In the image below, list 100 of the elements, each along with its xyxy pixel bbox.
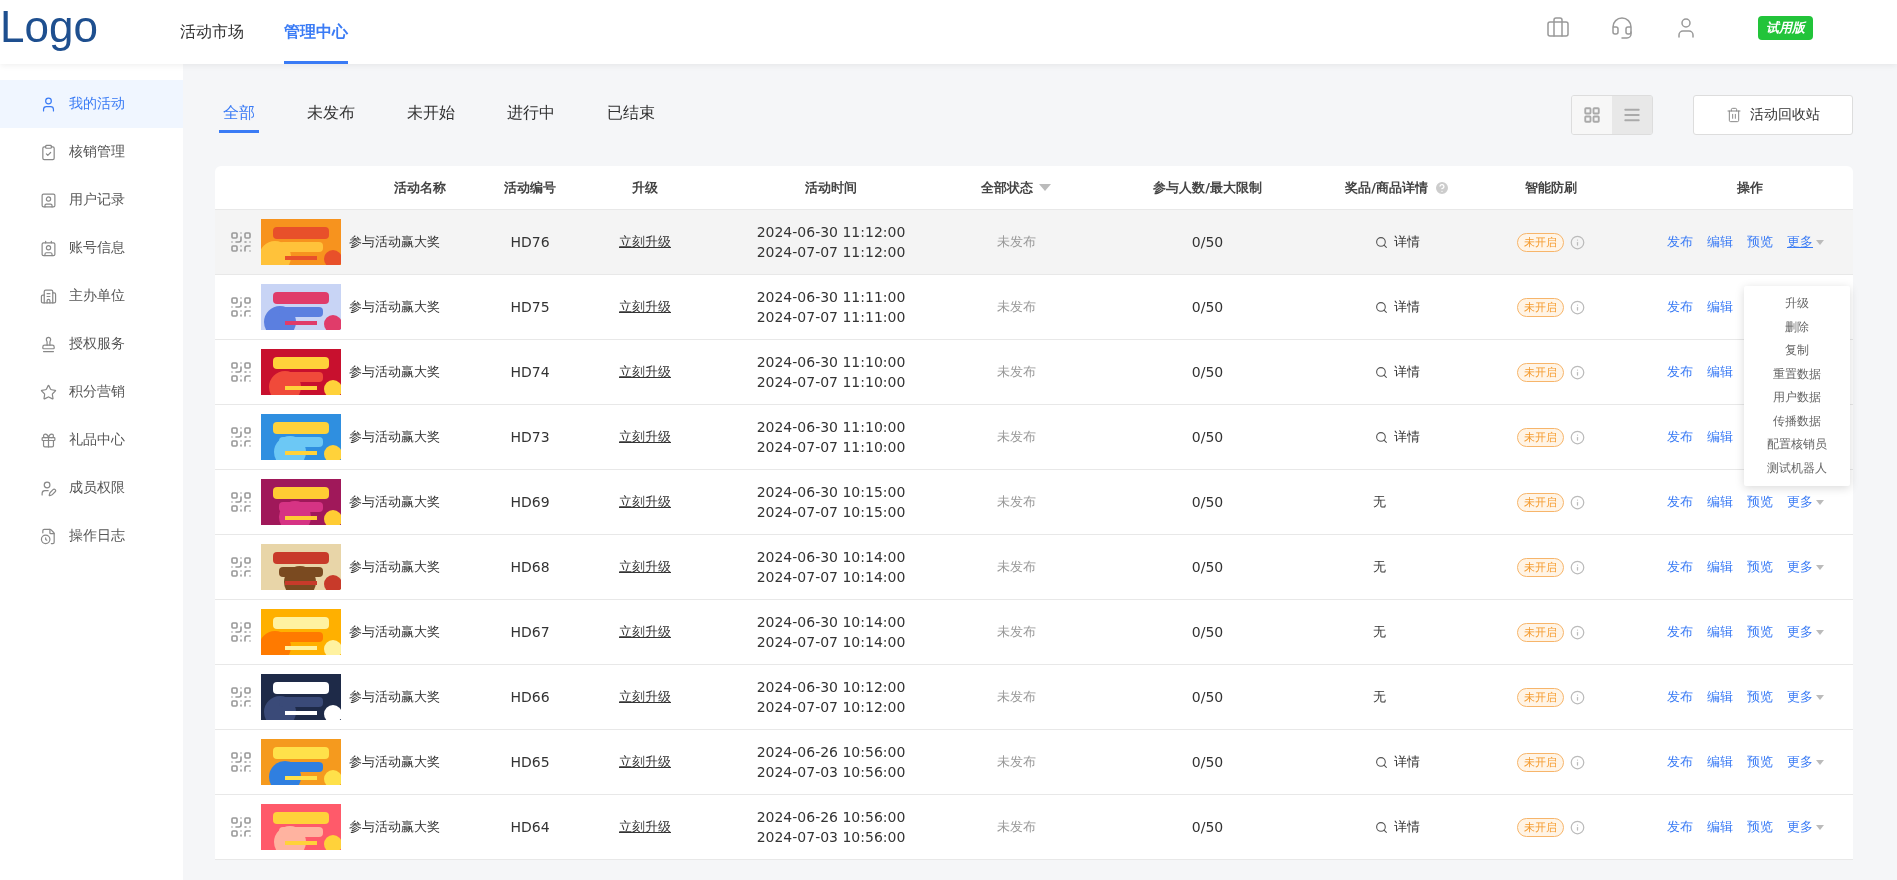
qr-code-icon[interactable]: [229, 620, 253, 644]
info-icon[interactable]: [1570, 234, 1585, 250]
action-link[interactable]: 编辑: [1707, 233, 1733, 251]
info-icon[interactable]: [1570, 689, 1585, 705]
upgrade-link[interactable]: 立刻升级: [619, 688, 671, 706]
menu-item[interactable]: 传播数据: [1744, 409, 1850, 433]
info-icon[interactable]: [1570, 364, 1585, 380]
upgrade-link[interactable]: 立刻升级: [619, 623, 671, 641]
action-link[interactable]: 发布: [1667, 558, 1693, 576]
action-link[interactable]: 编辑: [1707, 623, 1733, 641]
more-menu-button[interactable]: 更多: [1787, 623, 1824, 641]
upgrade-link[interactable]: 立刻升级: [619, 818, 671, 836]
action-link[interactable]: 编辑: [1707, 363, 1733, 381]
nav-tab[interactable]: 活动市场: [180, 0, 244, 64]
sidebar-item[interactable]: 用户记录: [0, 176, 183, 224]
upgrade-link[interactable]: 立刻升级: [619, 558, 671, 576]
nav-tab[interactable]: 管理中心: [284, 0, 348, 64]
details-link[interactable]: 详情: [1394, 363, 1420, 381]
sidebar-item[interactable]: 我的活动: [0, 80, 183, 128]
action-link[interactable]: 预览: [1747, 493, 1773, 511]
action-link[interactable]: 预览: [1747, 818, 1773, 836]
qr-code-icon[interactable]: [229, 490, 253, 514]
help-icon[interactable]: [1433, 179, 1450, 196]
qr-code-icon[interactable]: [229, 360, 253, 384]
info-icon[interactable]: [1570, 754, 1585, 770]
more-menu-button[interactable]: 更多: [1787, 233, 1824, 251]
upgrade-link[interactable]: 立刻升级: [619, 363, 671, 381]
action-link[interactable]: 编辑: [1707, 688, 1733, 706]
sidebar-item[interactable]: 账号信息: [0, 224, 183, 272]
sidebar-item[interactable]: 积分营销: [0, 368, 183, 416]
upgrade-link[interactable]: 立刻升级: [619, 298, 671, 316]
details-link[interactable]: 详情: [1394, 753, 1420, 771]
action-link[interactable]: 编辑: [1707, 558, 1733, 576]
qr-code-icon[interactable]: [229, 230, 253, 254]
action-link[interactable]: 编辑: [1707, 753, 1733, 771]
action-link[interactable]: 预览: [1747, 233, 1773, 251]
action-link[interactable]: 编辑: [1707, 493, 1733, 511]
upgrade-link[interactable]: 立刻升级: [619, 428, 671, 446]
action-link[interactable]: 发布: [1667, 298, 1693, 316]
action-link[interactable]: 发布: [1667, 428, 1693, 446]
qr-code-icon[interactable]: [229, 295, 253, 319]
action-link[interactable]: 发布: [1667, 818, 1693, 836]
headset-icon[interactable]: [1610, 16, 1634, 40]
more-menu-button[interactable]: 更多: [1787, 493, 1824, 511]
info-icon[interactable]: [1570, 299, 1585, 315]
sidebar-item[interactable]: 成员权限: [0, 464, 183, 512]
filter-tab[interactable]: 全部: [219, 97, 259, 133]
qr-code-icon[interactable]: [229, 685, 253, 709]
info-icon[interactable]: [1570, 494, 1585, 510]
sidebar-item[interactable]: 主办单位: [0, 272, 183, 320]
more-menu-button[interactable]: 更多: [1787, 558, 1824, 576]
upgrade-link[interactable]: 立刻升级: [619, 753, 671, 771]
action-link[interactable]: 发布: [1667, 493, 1693, 511]
filter-tab[interactable]: 进行中: [503, 97, 559, 133]
list-view-button[interactable]: [1612, 96, 1652, 134]
more-menu-button[interactable]: 更多: [1787, 753, 1824, 771]
action-link[interactable]: 编辑: [1707, 428, 1733, 446]
upgrade-link[interactable]: 立刻升级: [619, 233, 671, 251]
action-link[interactable]: 发布: [1667, 233, 1693, 251]
info-icon[interactable]: [1570, 429, 1585, 445]
upgrade-link[interactable]: 立刻升级: [619, 493, 671, 511]
sidebar-item[interactable]: 操作日志: [0, 512, 183, 560]
qr-code-icon[interactable]: [229, 815, 253, 839]
info-icon[interactable]: [1570, 624, 1585, 640]
sidebar-item[interactable]: 核销管理: [0, 128, 183, 176]
action-link[interactable]: 发布: [1667, 688, 1693, 706]
caret-icon[interactable]: [1039, 184, 1051, 191]
qr-code-icon[interactable]: [229, 750, 253, 774]
menu-item[interactable]: 删除: [1744, 315, 1850, 339]
details-link[interactable]: 详情: [1394, 233, 1420, 251]
recycle-bin-button[interactable]: 活动回收站: [1693, 95, 1853, 135]
filter-tab[interactable]: 未发布: [303, 97, 359, 133]
action-link[interactable]: 编辑: [1707, 298, 1733, 316]
action-link[interactable]: 预览: [1747, 558, 1773, 576]
action-link[interactable]: 预览: [1747, 753, 1773, 771]
action-link[interactable]: 预览: [1747, 623, 1773, 641]
filter-tab[interactable]: 未开始: [403, 97, 459, 133]
action-link[interactable]: 发布: [1667, 623, 1693, 641]
menu-item[interactable]: 重置数据: [1744, 362, 1850, 386]
qr-code-icon[interactable]: [229, 555, 253, 579]
sidebar-item[interactable]: 授权服务: [0, 320, 183, 368]
menu-item[interactable]: 升级: [1744, 292, 1850, 316]
info-icon[interactable]: [1570, 819, 1585, 835]
details-link[interactable]: 详情: [1394, 428, 1420, 446]
action-link[interactable]: 编辑: [1707, 818, 1733, 836]
action-link[interactable]: 预览: [1747, 688, 1773, 706]
menu-item[interactable]: 配置核销员: [1744, 433, 1850, 457]
more-menu-button[interactable]: 更多: [1787, 818, 1824, 836]
details-link[interactable]: 详情: [1394, 818, 1420, 836]
action-link[interactable]: 发布: [1667, 363, 1693, 381]
sidebar-item[interactable]: 礼品中心: [0, 416, 183, 464]
briefcase-icon[interactable]: [1546, 16, 1570, 40]
action-link[interactable]: 发布: [1667, 753, 1693, 771]
info-icon[interactable]: [1570, 559, 1585, 575]
table-row[interactable]: 参与活动赢大奖 HD76 立刻升级 2024-06-30 11:12:00 2024-07-07 11:12:00 未发布 0/50 详情 未开启 发布 编辑 预览 更多: [215, 210, 1853, 275]
filter-tab[interactable]: 已结束: [603, 97, 659, 133]
more-menu-button[interactable]: 更多: [1787, 688, 1824, 706]
details-link[interactable]: 详情: [1394, 298, 1420, 316]
qr-code-icon[interactable]: [229, 425, 253, 449]
menu-item[interactable]: 复制: [1744, 339, 1850, 363]
